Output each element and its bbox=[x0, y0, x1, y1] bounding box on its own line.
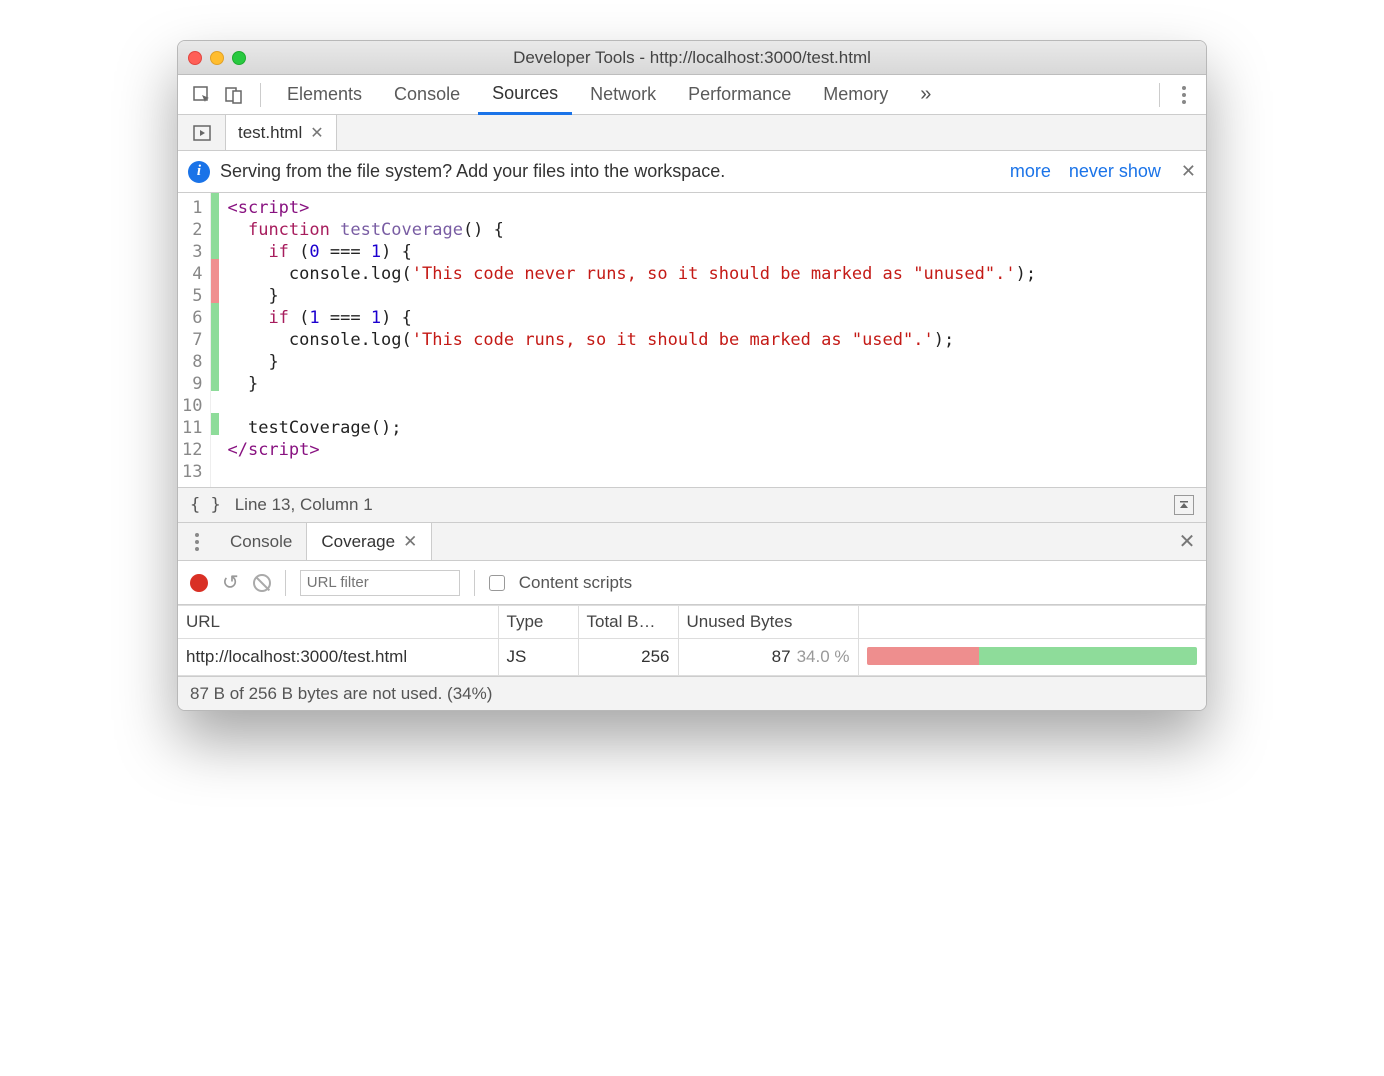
editor-statusbar: { } Line 13, Column 1 bbox=[178, 487, 1206, 523]
toggle-navigator-icon[interactable] bbox=[1174, 495, 1194, 515]
url-filter-input[interactable] bbox=[300, 570, 460, 596]
drawer-tab-console[interactable]: Console bbox=[216, 523, 306, 560]
tab-network[interactable]: Network bbox=[576, 75, 670, 114]
col-type[interactable]: Type bbox=[498, 606, 578, 639]
coverage-table: URL Type Total B… Unused Bytes http://lo… bbox=[178, 605, 1206, 676]
table-header-row: URL Type Total B… Unused Bytes bbox=[178, 606, 1206, 639]
infobar-more-link[interactable]: more bbox=[1010, 161, 1051, 182]
file-tab-label: test.html bbox=[238, 123, 302, 143]
file-tabbar: test.html ✕ bbox=[178, 115, 1206, 151]
coverage-summary: 87 B of 256 B bytes are not used. (34%) bbox=[190, 684, 492, 704]
infobar-message: Serving from the file system? Add your f… bbox=[220, 161, 725, 182]
infobar-never-show-link[interactable]: never show bbox=[1069, 161, 1161, 182]
tab-sources[interactable]: Sources bbox=[478, 76, 572, 115]
divider bbox=[285, 570, 286, 596]
file-tab[interactable]: test.html ✕ bbox=[226, 115, 337, 150]
divider bbox=[260, 83, 261, 107]
workspace-infobar: i Serving from the file system? Add your… bbox=[178, 151, 1206, 193]
cell-bar bbox=[858, 639, 1206, 676]
col-total[interactable]: Total B… bbox=[578, 606, 678, 639]
table-row[interactable]: http://localhost:3000/test.htmlJS2568734… bbox=[178, 639, 1206, 676]
divider bbox=[1159, 83, 1160, 107]
settings-menu-icon[interactable] bbox=[1172, 86, 1196, 104]
coverage-gutter bbox=[211, 193, 219, 487]
content-scripts-checkbox[interactable] bbox=[489, 575, 505, 591]
record-button[interactable] bbox=[190, 574, 208, 592]
drawer-tab-label: Coverage bbox=[321, 532, 395, 552]
reload-icon[interactable]: ↻ bbox=[222, 570, 239, 595]
titlebar: Developer Tools - http://localhost:3000/… bbox=[178, 41, 1206, 75]
drawer-tab-coverage[interactable]: Coverage ✕ bbox=[306, 523, 432, 560]
col-unused[interactable]: Unused Bytes bbox=[678, 606, 858, 639]
window-title: Developer Tools - http://localhost:3000/… bbox=[178, 48, 1206, 68]
zoom-window-button[interactable] bbox=[232, 51, 246, 65]
inspect-element-icon[interactable] bbox=[188, 81, 216, 109]
divider bbox=[474, 570, 475, 596]
cell-unused: 8734.0 % bbox=[678, 639, 858, 676]
tab-performance[interactable]: Performance bbox=[674, 75, 805, 114]
coverage-toolbar: ↻ Content scripts bbox=[178, 561, 1206, 605]
infobar-close-icon[interactable]: ✕ bbox=[1181, 161, 1196, 182]
close-tab-icon[interactable]: ✕ bbox=[403, 532, 417, 552]
info-icon: i bbox=[188, 161, 210, 183]
drawer-menu-icon[interactable] bbox=[178, 523, 216, 560]
pretty-print-icon[interactable]: { } bbox=[190, 495, 221, 515]
cell-type: JS bbox=[498, 639, 578, 676]
source-editor[interactable]: 12345678910111213 <script> function test… bbox=[178, 193, 1206, 487]
tab-elements[interactable]: Elements bbox=[273, 75, 376, 114]
code-content[interactable]: <script> function testCoverage() { if (0… bbox=[219, 193, 1206, 487]
coverage-statusbar: 87 B of 256 B bytes are not used. (34%) bbox=[178, 676, 1206, 710]
minimize-window-button[interactable] bbox=[210, 51, 224, 65]
line-number-gutter: 12345678910111213 bbox=[178, 193, 211, 487]
overflow-tabs-button[interactable]: » bbox=[906, 75, 945, 114]
main-tabbar: ElementsConsoleSourcesNetworkPerformance… bbox=[178, 75, 1206, 115]
window-controls bbox=[188, 51, 246, 65]
devtools-window: Developer Tools - http://localhost:3000/… bbox=[177, 40, 1207, 711]
cell-url: http://localhost:3000/test.html bbox=[178, 639, 498, 676]
device-toolbar-icon[interactable] bbox=[220, 81, 248, 109]
tab-memory[interactable]: Memory bbox=[809, 75, 902, 114]
close-window-button[interactable] bbox=[188, 51, 202, 65]
drawer-tab-label: Console bbox=[230, 532, 292, 552]
drawer-close-icon[interactable]: ✕ bbox=[1168, 523, 1206, 560]
cell-total: 256 bbox=[578, 639, 678, 676]
tab-console[interactable]: Console bbox=[380, 75, 474, 114]
clear-icon[interactable] bbox=[253, 574, 271, 592]
show-navigator-icon[interactable] bbox=[178, 115, 226, 150]
close-tab-icon[interactable]: ✕ bbox=[310, 123, 323, 143]
content-scripts-label: Content scripts bbox=[519, 573, 632, 593]
col-url[interactable]: URL bbox=[178, 606, 498, 639]
col-bar[interactable] bbox=[858, 606, 1206, 639]
cursor-position: Line 13, Column 1 bbox=[235, 495, 373, 515]
drawer-tabbar: Console Coverage ✕ ✕ bbox=[178, 523, 1206, 561]
